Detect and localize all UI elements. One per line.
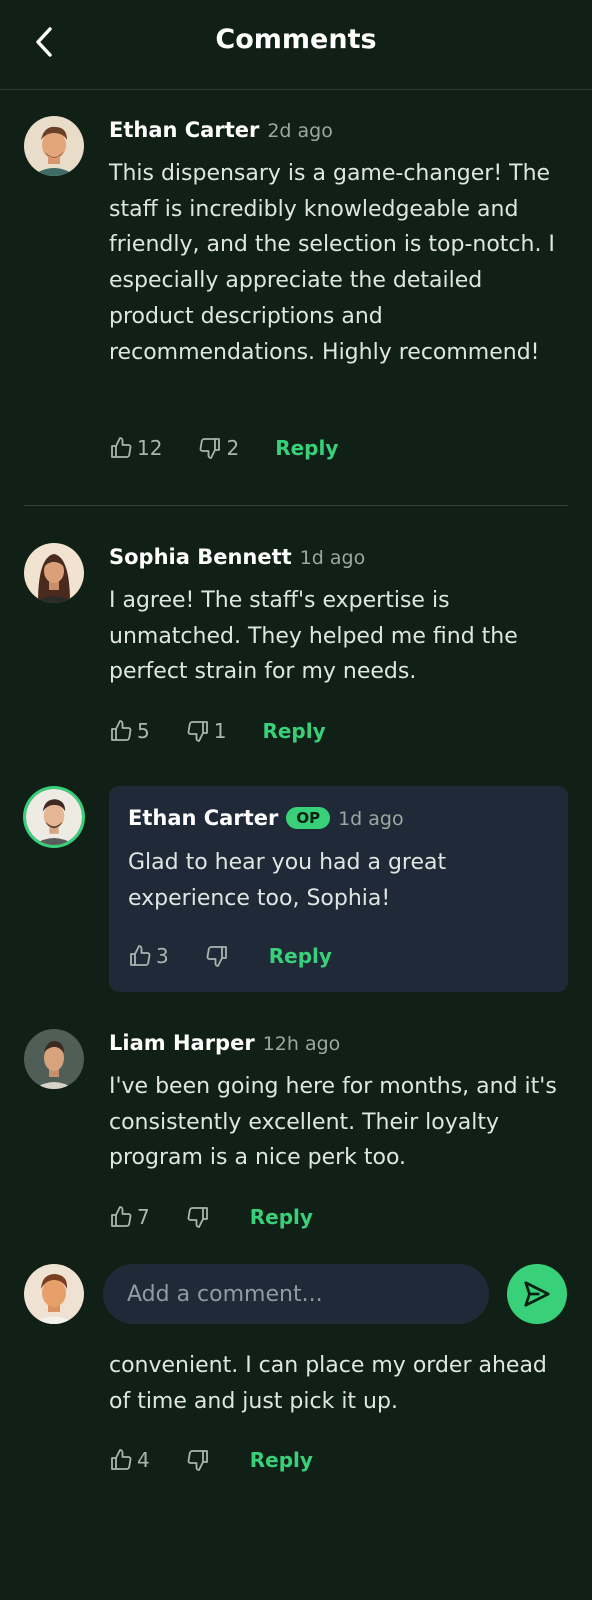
avatar[interactable]: [24, 543, 84, 603]
current-user-avatar: [24, 1264, 84, 1324]
comment-text: I've been going here for months, and it'…: [109, 1074, 557, 1171]
comment-header: Sophia Bennett 1d ago: [109, 545, 365, 569]
dislike-button[interactable]: [186, 1205, 214, 1229]
thumbs-down-icon: [187, 1207, 208, 1228]
page-title: Comments: [215, 24, 377, 55]
author-name[interactable]: Liam Harper: [109, 1031, 255, 1055]
avatar[interactable]: [24, 116, 84, 176]
author-name[interactable]: Ethan Carter: [128, 806, 278, 830]
thumbs-down-icon: [187, 1450, 208, 1471]
comment-time: 1d ago: [338, 808, 404, 830]
avatar[interactable]: [26, 789, 82, 845]
like-count: 12: [137, 436, 163, 460]
like-count: 5: [137, 719, 150, 743]
reply-button[interactable]: Reply: [250, 1448, 313, 1472]
dislike-count: 2: [226, 436, 240, 460]
like-count: 7: [137, 1205, 150, 1229]
comment-time: 12h ago: [262, 1033, 341, 1055]
comment-header: Liam Harper 12h ago: [109, 1031, 340, 1055]
like-button[interactable]: 12: [109, 436, 162, 460]
thumbs-up-icon: [130, 945, 151, 966]
comment-actions: 7 Reply: [109, 1202, 313, 1232]
send-icon: [524, 1281, 550, 1307]
dislike-button[interactable]: [205, 944, 233, 968]
like-count: 4: [137, 1448, 150, 1472]
thumbs-up-icon: [111, 1449, 132, 1470]
comment-header: Ethan Carter 2d ago: [109, 118, 333, 142]
divider: [24, 505, 568, 506]
comment-actions: 3 Reply: [128, 941, 332, 971]
comment-text: I agree! The staff's expertise is unmatc…: [109, 588, 518, 685]
comment-time: 2d ago: [267, 120, 333, 142]
like-button[interactable]: 3: [128, 944, 169, 968]
send-button[interactable]: [507, 1264, 567, 1324]
thumbs-down-icon: [206, 946, 227, 967]
thumbs-up-icon: [111, 720, 132, 741]
header-bar: Comments: [0, 0, 592, 90]
like-button[interactable]: 7: [109, 1205, 150, 1229]
comment-input[interactable]: [103, 1264, 489, 1324]
comment-actions: 4 Reply: [109, 1445, 313, 1475]
comment-time: 1d ago: [299, 547, 366, 569]
author-name[interactable]: Ethan Carter: [109, 118, 259, 142]
like-button[interactable]: 4: [109, 1448, 150, 1472]
reply-button[interactable]: Reply: [250, 1205, 313, 1229]
comment-text: This dispensary is a game-changer! The s…: [109, 161, 555, 365]
dislike-button[interactable]: [186, 1448, 214, 1472]
author-name[interactable]: Sophia Bennett: [109, 545, 292, 569]
dislike-button[interactable]: 2: [198, 436, 239, 460]
comment-text: convenient. I can place my order ahead o…: [109, 1353, 547, 1414]
thumbs-down-icon: [200, 438, 221, 459]
comment-actions: 12 2 Reply: [109, 433, 338, 463]
reply-button[interactable]: Reply: [269, 944, 332, 968]
dislike-button[interactable]: 1: [186, 719, 227, 743]
like-button[interactable]: 5: [109, 719, 150, 743]
reply-button[interactable]: Reply: [275, 436, 338, 460]
dislike-count: 1: [213, 719, 227, 743]
reply-button[interactable]: Reply: [262, 719, 325, 743]
thumbs-up-icon: [111, 437, 132, 458]
avatar[interactable]: [24, 1029, 84, 1089]
comment-header: Ethan Carter OP 1d ago: [128, 806, 404, 830]
comment-text: Glad to hear you had a great experience …: [128, 850, 447, 911]
op-badge: OP: [286, 807, 331, 829]
like-count: 3: [156, 944, 169, 968]
thumbs-down-icon: [187, 721, 208, 742]
comment-actions: 5 1 Reply: [109, 716, 326, 746]
thumbs-up-icon: [111, 1206, 132, 1227]
